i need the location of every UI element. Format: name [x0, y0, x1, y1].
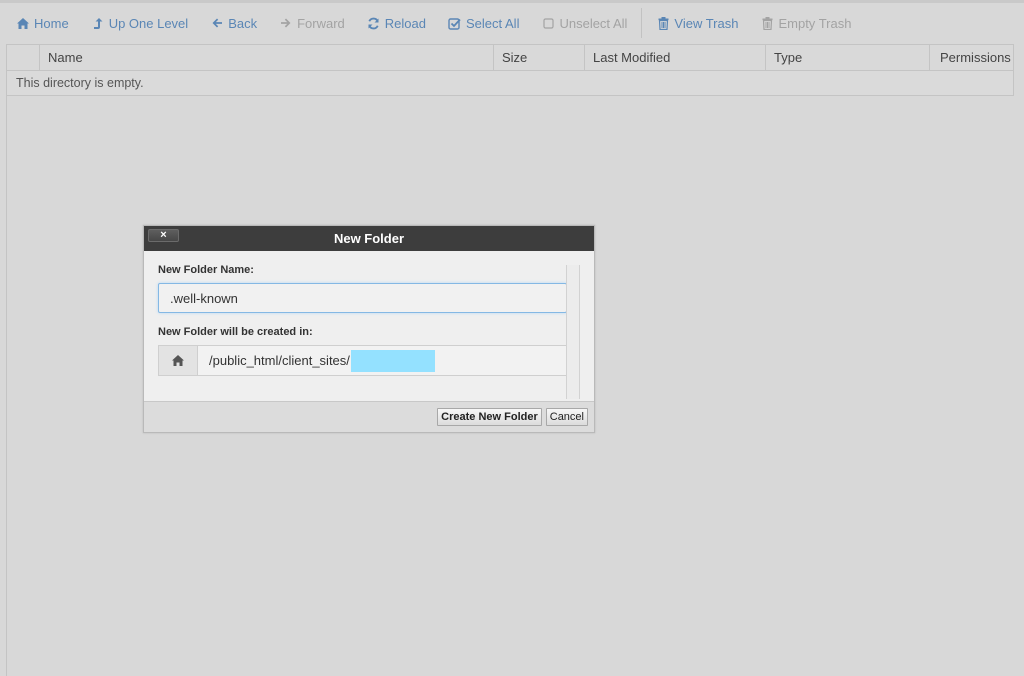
dialog-title: New Folder [333, 231, 405, 246]
dialog-scrollbar[interactable] [566, 265, 580, 399]
toolbar-divider [641, 8, 643, 38]
column-label: Size [502, 50, 528, 65]
home-button[interactable]: Home [16, 16, 69, 31]
reload-button[interactable]: Reload [367, 16, 426, 31]
file-table: Name Size Last Modified Type Permissions… [6, 44, 1014, 96]
home-label: Home [34, 15, 69, 31]
arrow-left-icon [210, 16, 224, 30]
empty-trash-label: Empty Trash [778, 15, 852, 31]
forward-label: Forward [297, 15, 345, 31]
view-trash-label: View Trash [674, 15, 739, 31]
left-border [6, 95, 7, 676]
folder-name-input[interactable] [158, 283, 567, 313]
arrow-right-icon [279, 16, 293, 30]
dialog-title-bar: × New Folder [144, 226, 594, 251]
column-header-permissions[interactable]: Permissions [930, 45, 1013, 70]
column-label: Last Modified [593, 50, 671, 65]
select-all-label: Select All [465, 15, 520, 31]
square-icon [541, 16, 555, 30]
table-header: Name Size Last Modified Type Permissions [7, 45, 1013, 71]
toolbar: Home Up One Level Back Forward Reload Se… [0, 3, 1024, 43]
select-all-button[interactable]: Select All [448, 16, 519, 31]
column-header-size[interactable]: Size [494, 45, 585, 70]
column-header-select[interactable] [7, 45, 40, 70]
location-field: /public_html/client_sites/ [158, 345, 567, 376]
dialog-footer: Create New Folder Cancel [144, 401, 594, 432]
home-icon [159, 346, 198, 375]
trash-icon [656, 16, 670, 30]
level-up-icon [91, 16, 105, 30]
cancel-button[interactable]: Cancel [545, 408, 588, 426]
forward-button[interactable]: Forward [279, 16, 345, 31]
column-header-name[interactable]: Name [40, 45, 494, 70]
column-label: Permissions [940, 50, 1011, 65]
column-header-type[interactable]: Type [766, 45, 930, 70]
back-label: Back [228, 15, 258, 31]
empty-trash-button[interactable]: Empty Trash [760, 16, 851, 31]
empty-directory-message: This directory is empty. [16, 76, 144, 90]
back-button[interactable]: Back [210, 16, 257, 31]
location-label: New Folder will be created in: [158, 326, 313, 338]
unselect-all-label: Unselect All [559, 15, 628, 31]
location-path: /public_html/client_sites/ [198, 346, 435, 375]
check-square-icon [448, 16, 462, 30]
column-label: Name [48, 50, 83, 65]
unselect-all-button[interactable]: Unselect All [541, 16, 627, 31]
close-button[interactable]: × [148, 229, 179, 242]
view-trash-button[interactable]: View Trash [656, 16, 738, 31]
new-folder-dialog: × New Folder New Folder Name: New Folder… [143, 225, 595, 433]
home-icon [16, 16, 30, 30]
up-one-level-label: Up One Level [108, 15, 189, 31]
up-one-level-button[interactable]: Up One Level [91, 15, 189, 31]
column-header-last-modified[interactable]: Last Modified [585, 45, 766, 70]
redacted-path-segment [350, 349, 435, 372]
dialog-body: New Folder Name: New Folder will be crea… [144, 251, 594, 402]
reload-label: Reload [384, 15, 426, 31]
trash-icon [760, 16, 774, 30]
refresh-icon [367, 16, 381, 30]
column-label: Type [774, 50, 803, 65]
folder-name-label: New Folder Name: [158, 264, 254, 276]
create-new-folder-button[interactable]: Create New Folder [437, 408, 542, 426]
location-path-text: /public_html/client_sites/ [209, 353, 350, 368]
